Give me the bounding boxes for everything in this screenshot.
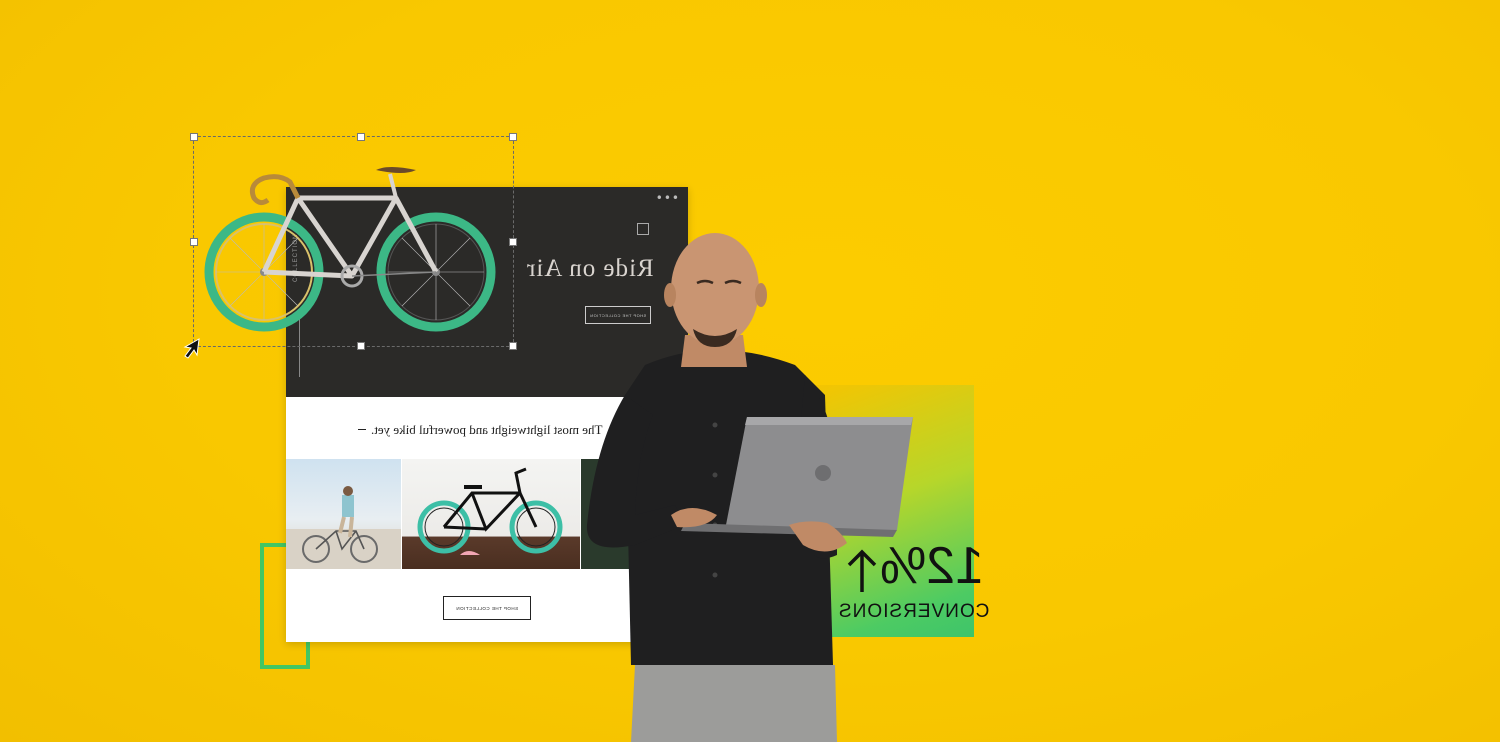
shop-collection-button[interactable]: SHOP THE COLLECTION — [443, 596, 531, 620]
resize-handle-top[interactable] — [357, 133, 365, 141]
resize-handle-top-left[interactable] — [190, 133, 198, 141]
resize-handle-top-right[interactable] — [509, 133, 517, 141]
tagline: The most lightweight and powerful bike y… — [371, 422, 603, 437]
resize-handle-left[interactable] — [190, 238, 198, 246]
resize-handle-right[interactable] — [509, 238, 517, 246]
person-with-laptop — [586, 233, 913, 742]
selection-box[interactable] — [190, 133, 517, 350]
tagline-dash — [358, 429, 366, 430]
cursor-arrow-icon — [183, 338, 200, 359]
resize-handle-bottom[interactable] — [357, 342, 365, 350]
photo-black-bike — [402, 459, 580, 569]
photo-cyclist — [286, 459, 401, 569]
resize-handle-bottom-right[interactable] — [509, 342, 517, 350]
more-dots-icon[interactable]: ••• — [656, 191, 680, 205]
